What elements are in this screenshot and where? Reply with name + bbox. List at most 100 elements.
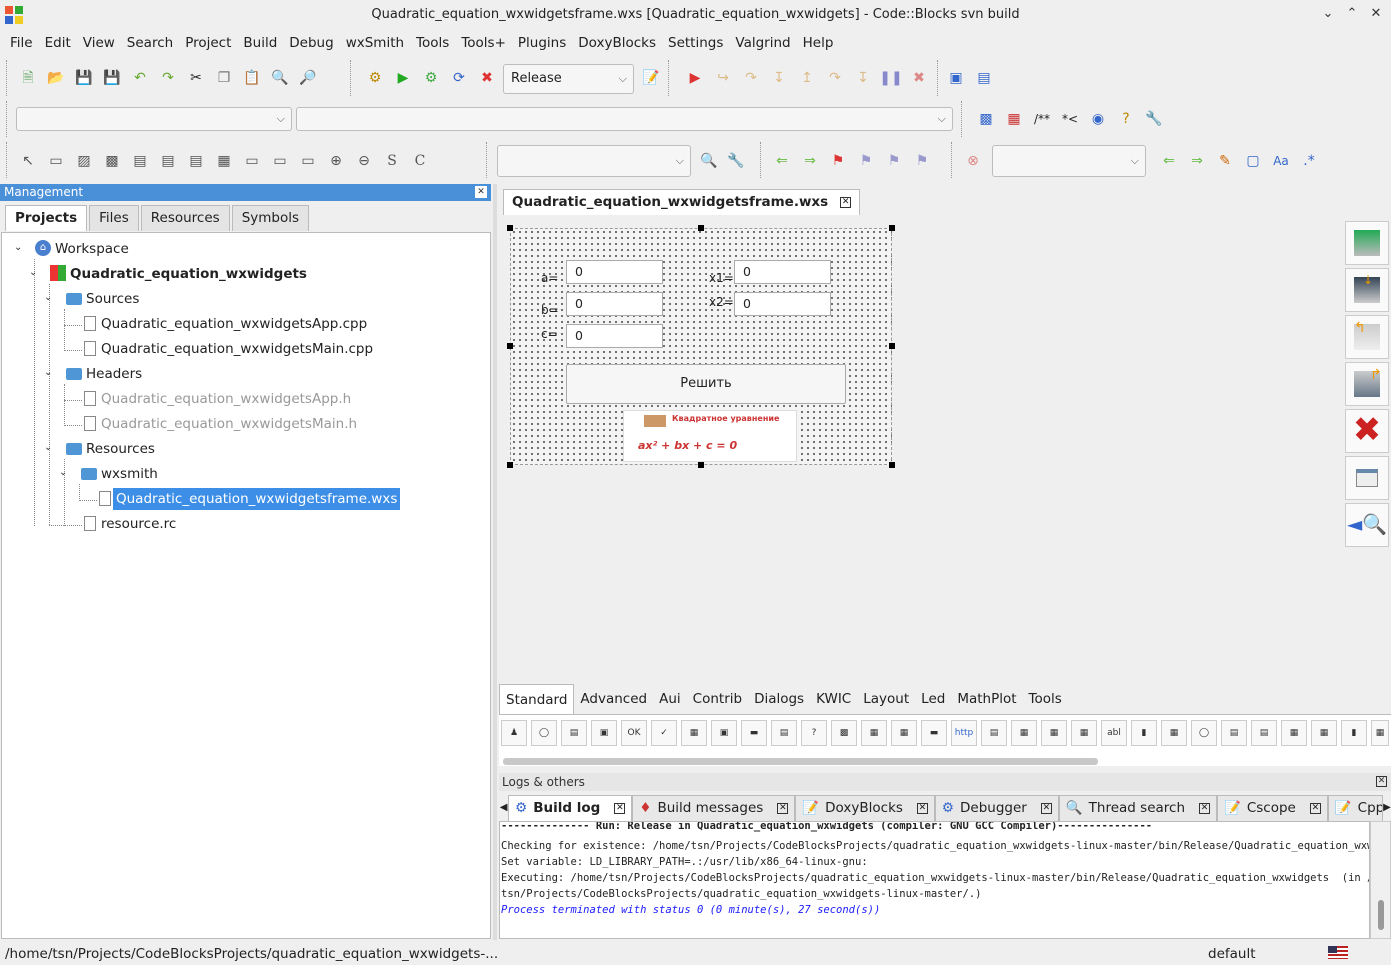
s-icon[interactable]: S (378, 147, 406, 175)
replace-icon[interactable]: 🔎 (294, 64, 322, 92)
resize-handle[interactable] (507, 462, 513, 468)
tree-wxs-file[interactable]: Quadratic_equation_wxwidgetsframe.wxs (113, 488, 401, 510)
step-into-instruction-icon[interactable]: ↧ (849, 64, 877, 92)
match-case-icon[interactable]: Aa (1267, 147, 1295, 175)
tab-layout[interactable]: Layout (857, 684, 915, 714)
next-instruction-icon[interactable]: ↷ (821, 64, 849, 92)
tree-resources[interactable]: Resources (86, 438, 155, 460)
log-scrollbar[interactable] (1370, 821, 1391, 939)
close-tab-icon[interactable]: ✕ (614, 802, 626, 814)
menu-help[interactable]: Help (797, 35, 840, 51)
preview-icon[interactable]: ▭ (266, 147, 294, 175)
resize-handle[interactable] (698, 462, 704, 468)
toggle-bookmark-icon[interactable]: ⚑ (824, 147, 852, 175)
undo-icon[interactable]: ↶ (126, 64, 154, 92)
collapse-icon[interactable]: ⌄ (44, 292, 52, 303)
rich-text-icon[interactable]: ▦ (1041, 720, 1067, 746)
debug-windows-icon[interactable]: ▣ (942, 64, 970, 92)
delete-widget-icon[interactable]: ▭ (238, 147, 266, 175)
close-tab-icon[interactable]: ✕ (1199, 802, 1211, 814)
tab-resources[interactable]: Resources (140, 205, 230, 231)
line-comment-icon[interactable]: *< (1056, 105, 1084, 133)
html-docs-icon[interactable]: ◉ (1084, 105, 1112, 133)
resize-handle[interactable] (889, 343, 895, 349)
palette-scrollbar[interactable] (503, 758, 1098, 765)
pointer-icon[interactable]: ↖ (14, 147, 42, 175)
list-ctrl-icon[interactable]: ▦ (861, 720, 887, 746)
next-bookmark-icon[interactable]: ⚑ (880, 147, 908, 175)
solve-button[interactable]: Решить (566, 364, 846, 404)
insert-into-icon[interactable]: ↓ (1345, 268, 1389, 312)
cut-icon[interactable]: ✂ (182, 64, 210, 92)
debug-info-icon[interactable]: ▤ (970, 64, 998, 92)
listbook-icon[interactable]: ▦ (1311, 720, 1337, 746)
combo-box-icon[interactable]: ▦ (681, 720, 707, 746)
tab-files[interactable]: Files (89, 205, 139, 231)
menu-tools[interactable]: Tools (410, 35, 455, 51)
insert-into-icon[interactable]: ▤ (126, 147, 154, 175)
static-line-icon[interactable]: ▮ (1131, 720, 1157, 746)
gauge-icon[interactable]: ▬ (741, 720, 767, 746)
selected-only-icon[interactable]: ▢ (1239, 147, 1267, 175)
tab-build-messages[interactable]: ♦ Build messages ✕ (632, 794, 796, 821)
minimize-icon[interactable]: ⌄ (1318, 4, 1338, 24)
resize-handle[interactable] (698, 225, 704, 231)
tab-cppcheck[interactable]: 📝 CppChecki (1327, 794, 1383, 821)
save-icon[interactable]: 💾 (70, 64, 98, 92)
highlight-icon[interactable]: ✎ (1211, 147, 1239, 175)
collapse-icon[interactable]: ⌄ (14, 242, 22, 253)
c-icon[interactable]: C (406, 147, 434, 175)
more-widgets-icon[interactable]: ▦ (1371, 720, 1389, 746)
tab-dialogs[interactable]: Dialogs (748, 684, 810, 714)
panel-icon[interactable]: ▤ (561, 720, 587, 746)
block-comment-icon[interactable]: /** (1028, 105, 1056, 133)
function-select[interactable]: ⌵ (296, 107, 953, 131)
menu-file[interactable]: File (4, 35, 39, 51)
extract-docs-icon[interactable]: ▦ (1000, 105, 1028, 133)
clear-bookmarks-icon[interactable]: ⚑ (908, 147, 936, 175)
tree-source-file[interactable]: Quadratic_equation_wxwidgetsApp.cpp (101, 313, 367, 335)
tab-tools[interactable]: Tools (1023, 684, 1068, 714)
tree-project[interactable]: Quadratic_equation_wxwidgets (70, 263, 307, 285)
tab-contrib[interactable]: Contrib (687, 684, 748, 714)
box-sizer-icon[interactable]: ▨ (70, 147, 98, 175)
paste-icon[interactable]: 📋 (238, 64, 266, 92)
insert-before-icon[interactable]: ▤ (154, 147, 182, 175)
zoom-out-icon[interactable]: ⊖ (350, 147, 378, 175)
help-widget-icon[interactable]: ? (801, 720, 827, 746)
tree-rc-file[interactable]: resource.rc (101, 513, 176, 535)
doxywizard-icon[interactable]: ▩ (972, 105, 1000, 133)
tab-debugger[interactable]: ⚙ Debugger ✕ (934, 794, 1059, 821)
new-file-icon[interactable]: 🗎 (14, 64, 42, 92)
close-window-icon[interactable]: ✕ (1366, 4, 1386, 24)
find-icon[interactable]: 🔍 (266, 64, 294, 92)
resize-handle[interactable] (507, 343, 513, 349)
text-input-icon[interactable]: ▤ (1251, 720, 1277, 746)
run-icon[interactable]: ▶ (389, 64, 417, 92)
choice-icon[interactable]: ▣ (711, 720, 737, 746)
hyperlink-icon[interactable]: http (951, 720, 977, 746)
spin-ctrl-icon[interactable]: ▤ (981, 720, 1007, 746)
collapse-icon[interactable]: ⌄ (59, 467, 67, 478)
tab-advanced[interactable]: Advanced (574, 684, 653, 714)
tree-workspace[interactable]: Workspace (55, 238, 129, 260)
quick-properties-icon[interactable]: ◄🔍 (1345, 503, 1389, 547)
rebuild-icon[interactable]: ⟳ (445, 64, 473, 92)
slider-icon[interactable]: ▮ (1341, 720, 1367, 746)
tab-doxyblocks[interactable]: 📝 DoxyBlocks ✕ (795, 794, 935, 821)
menu-plugins[interactable]: Plugins (512, 35, 572, 51)
tab-mathplot[interactable]: MathPlot (951, 684, 1022, 714)
radio-box-icon[interactable]: ▩ (831, 720, 857, 746)
find-prev-icon[interactable]: ⇐ (1155, 147, 1183, 175)
show-preview-icon[interactable] (1345, 456, 1389, 500)
debug-run-icon[interactable]: ▶ (681, 64, 709, 92)
splitter[interactable] (493, 184, 497, 940)
input-c[interactable]: 0 (566, 324, 663, 348)
prev-bookmark-icon[interactable]: ⚑ (852, 147, 880, 175)
input-a[interactable]: 0 (566, 260, 663, 284)
menu-search[interactable]: Search (121, 35, 179, 51)
menu-edit[interactable]: Edit (39, 35, 77, 51)
regex-icon[interactable]: .* (1295, 147, 1323, 175)
build-gear-icon[interactable]: ⚙ (361, 64, 389, 92)
menu-valgrind[interactable]: Valgrind (729, 35, 796, 51)
